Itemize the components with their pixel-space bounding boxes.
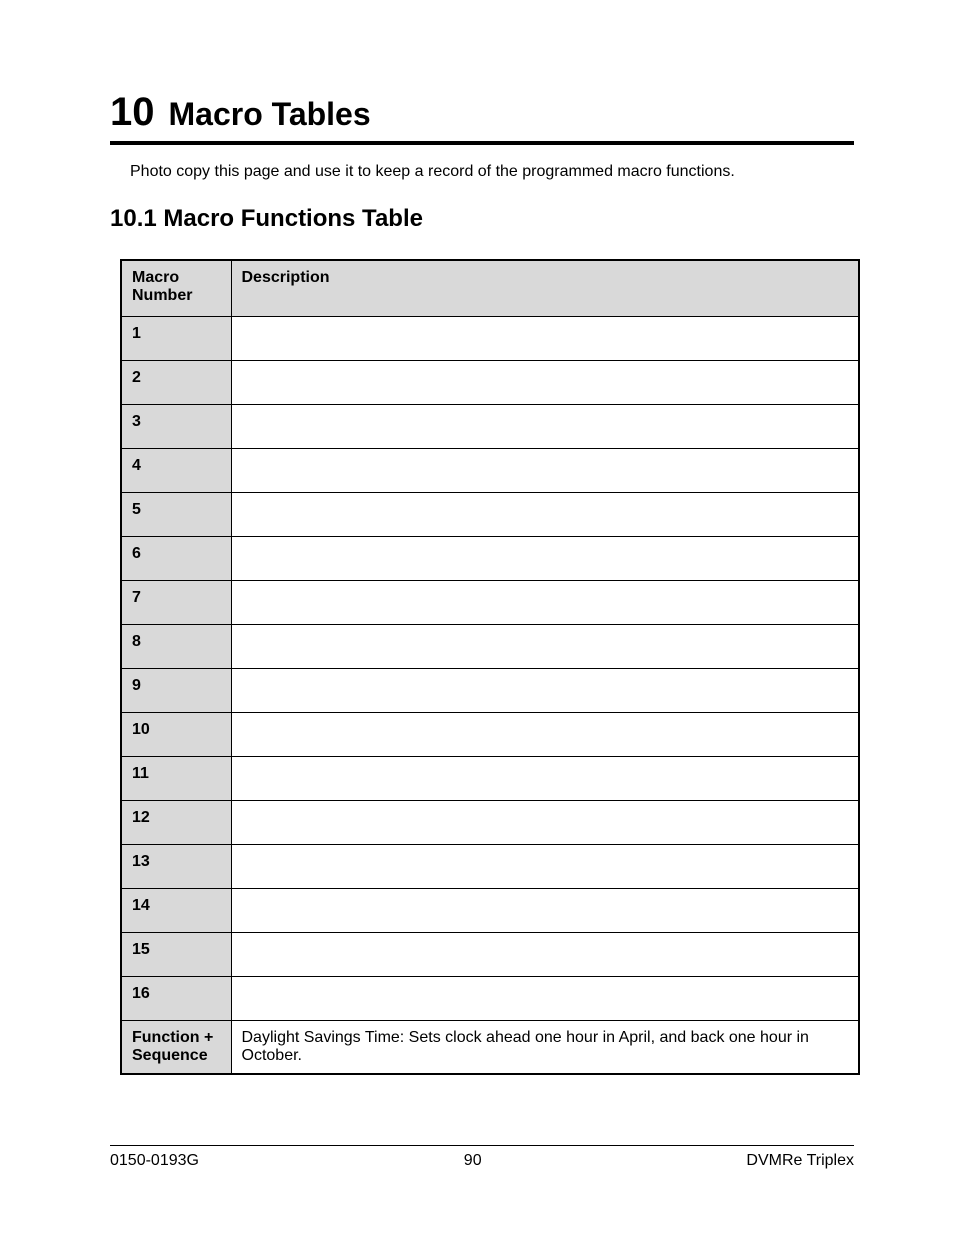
chapter-text: Macro Tables	[169, 96, 371, 133]
intro-text: Photo copy this page and use it to keep …	[130, 163, 854, 181]
macro-functions-table: Macro Number Description 1 2 3 4 5 6 7 8…	[120, 259, 860, 1075]
macro-number-cell: 8	[121, 624, 231, 668]
description-cell	[231, 844, 859, 888]
table-row: 9	[121, 668, 859, 712]
table-row: 2	[121, 360, 859, 404]
table-row: 14	[121, 888, 859, 932]
table-body: 1 2 3 4 5 6 7 8 9 10 11 12 13 14 15 16 F…	[121, 316, 859, 1074]
table-row: 8	[121, 624, 859, 668]
macro-number-cell: 10	[121, 712, 231, 756]
description-cell	[231, 360, 859, 404]
table-row: 1	[121, 316, 859, 360]
description-cell	[231, 492, 859, 536]
table-row: 5	[121, 492, 859, 536]
footer-left: 0150-0193G	[110, 1152, 199, 1170]
description-cell	[231, 712, 859, 756]
macro-number-cell: 1	[121, 316, 231, 360]
description-cell	[231, 800, 859, 844]
footer-label-cell: Function + Sequence	[121, 1020, 231, 1074]
macro-number-cell: 12	[121, 800, 231, 844]
table-row: 10	[121, 712, 859, 756]
description-cell	[231, 624, 859, 668]
macro-number-cell: 7	[121, 580, 231, 624]
description-cell	[231, 756, 859, 800]
description-cell	[231, 448, 859, 492]
macro-number-cell: 9	[121, 668, 231, 712]
page: 10 Macro Tables Photo copy this page and…	[0, 0, 954, 1235]
header-description: Description	[231, 260, 859, 316]
table-row: 7	[121, 580, 859, 624]
table-footer-row: Function + Sequence Daylight Savings Tim…	[121, 1020, 859, 1074]
macro-number-cell: 11	[121, 756, 231, 800]
macro-number-cell: 3	[121, 404, 231, 448]
macro-number-cell: 16	[121, 976, 231, 1020]
description-cell	[231, 888, 859, 932]
table-row: 13	[121, 844, 859, 888]
footer-desc-cell: Daylight Savings Time: Sets clock ahead …	[231, 1020, 859, 1074]
chapter-title: 10 Macro Tables	[110, 90, 854, 135]
description-cell	[231, 580, 859, 624]
header-macro-number: Macro Number	[121, 260, 231, 316]
description-cell	[231, 536, 859, 580]
table-row: 12	[121, 800, 859, 844]
table-row: 3	[121, 404, 859, 448]
table-row: 16	[121, 976, 859, 1020]
footer-row: 0150-0193G 90 DVMRe Triplex	[110, 1152, 854, 1170]
macro-number-cell: 14	[121, 888, 231, 932]
description-cell	[231, 668, 859, 712]
description-cell	[231, 404, 859, 448]
table-row: 11	[121, 756, 859, 800]
macro-number-cell: 13	[121, 844, 231, 888]
description-cell	[231, 976, 859, 1020]
table-header-row: Macro Number Description	[121, 260, 859, 316]
macro-number-cell: 5	[121, 492, 231, 536]
table-row: 4	[121, 448, 859, 492]
table-row: 6	[121, 536, 859, 580]
macro-number-cell: 2	[121, 360, 231, 404]
footer-center: 90	[464, 1152, 482, 1170]
section-heading: 10.1 Macro Functions Table	[110, 205, 854, 233]
macro-number-cell: 6	[121, 536, 231, 580]
footer-rule	[110, 1145, 854, 1146]
table-row: 15	[121, 932, 859, 976]
macro-number-cell: 4	[121, 448, 231, 492]
description-cell	[231, 316, 859, 360]
footer-right: DVMRe Triplex	[746, 1152, 854, 1170]
chapter-rule	[110, 141, 854, 145]
chapter-number: 10	[110, 90, 155, 135]
macro-number-cell: 15	[121, 932, 231, 976]
description-cell	[231, 932, 859, 976]
page-footer: 0150-0193G 90 DVMRe Triplex	[110, 1145, 854, 1170]
